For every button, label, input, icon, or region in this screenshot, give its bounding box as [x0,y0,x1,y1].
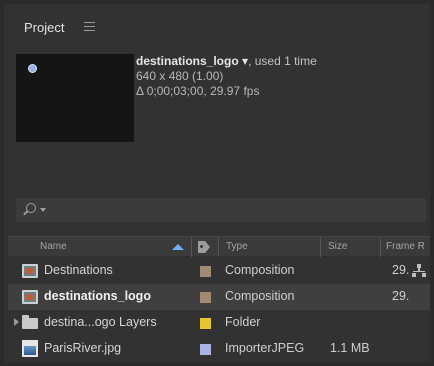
preview-item-name[interactable]: destinations_logo [136,54,239,68]
item-frame-rate: 29. [392,263,410,277]
project-panel: Project destinations_logo ▾, used 1 time… [4,4,430,362]
label-color-swatch[interactable] [200,292,211,303]
column-header-size[interactable]: Size [328,241,347,252]
composition-icon [22,264,38,278]
jpeg-file-icon [22,340,38,357]
item-type: Composition [225,289,295,303]
item-name[interactable]: ParisRiver.jpg [44,341,121,355]
search-input[interactable] [16,198,426,222]
panel-header: Project [4,4,430,44]
composition-icon [22,290,38,304]
item-type: Composition [225,263,295,277]
label-color-swatch[interactable] [200,344,211,355]
flowchart-icon[interactable] [412,264,426,278]
search-icon[interactable] [26,203,36,213]
column-divider[interactable] [218,237,219,257]
project-item-row[interactable]: Destinations Composition 29. [8,258,430,284]
column-divider[interactable] [380,237,381,257]
preview-duration: Δ 0;00;03;00, 29.97 fps [136,84,260,98]
panel-menu-icon[interactable] [84,22,95,31]
column-header-name[interactable]: Name [40,241,67,252]
item-info: destinations_logo ▾, used 1 time 640 x 4… [136,54,317,99]
logo-icon [28,64,37,73]
item-type: Folder [225,315,261,329]
preview-usage: , used 1 time [248,54,317,68]
item-size: 1.1 MB [330,341,370,355]
search-options-arrow-icon[interactable] [40,208,46,212]
folder-icon [22,315,38,329]
item-name[interactable]: Destinations [44,263,113,277]
expand-arrow-icon[interactable] [14,318,19,326]
column-header-type[interactable]: Type [226,241,248,252]
item-name[interactable]: destinations_logo [44,289,151,303]
label-tag-icon[interactable] [198,241,210,253]
column-divider[interactable] [320,237,321,257]
column-header-row: Name Type Size Frame R [8,236,430,257]
preview-thumbnail [16,54,134,142]
column-divider[interactable] [191,237,192,257]
item-name[interactable]: destina...ogo Layers [44,315,157,329]
project-item-row[interactable]: ParisRiver.jpg ImporterJPEG 1.1 MB [8,336,430,362]
label-color-swatch[interactable] [200,318,211,329]
project-item-row[interactable]: destinations_logo Composition 29. [8,284,430,310]
item-type: ImporterJPEG [225,341,305,355]
panel-title[interactable]: Project [24,20,64,35]
preview-dimensions: 640 x 480 (1.00) [136,69,224,83]
item-frame-rate: 29. [392,289,410,303]
sort-ascending-icon[interactable] [172,244,184,250]
project-item-row[interactable]: destina...ogo Layers Folder [8,310,430,336]
column-header-frame-rate[interactable]: Frame R [386,241,425,252]
label-color-swatch[interactable] [200,266,211,277]
